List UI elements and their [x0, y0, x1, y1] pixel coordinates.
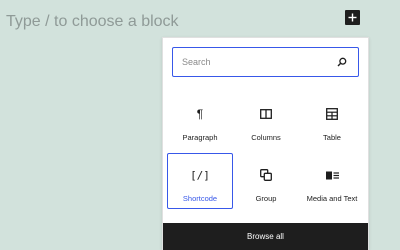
block-item-paragraph[interactable]: ¶ Paragraph [167, 92, 233, 148]
columns-icon [260, 107, 272, 121]
browse-all-button[interactable]: Browse all [163, 223, 368, 250]
shortcode-icon: [/] [190, 168, 210, 182]
table-icon [326, 107, 338, 121]
block-label: Group [255, 194, 277, 203]
plus-icon [348, 13, 357, 22]
paragraph-icon: ¶ [196, 107, 204, 121]
search-icon[interactable] [335, 55, 349, 69]
block-inserter-popover: ¶ Paragraph Columns Table [162, 37, 369, 250]
block-item-table[interactable]: Table [299, 92, 365, 148]
block-item-media-and-text[interactable]: Media and Text [299, 153, 365, 209]
block-placeholder[interactable]: Type / to choose a block [6, 13, 179, 31]
add-block-button[interactable] [345, 10, 360, 25]
block-item-shortcode[interactable]: [/] Shortcode [167, 153, 233, 209]
block-label: Columns [251, 133, 281, 142]
block-list: ¶ Paragraph Columns Table [/] Shortcode … [167, 92, 366, 209]
media-text-icon [325, 168, 339, 182]
block-item-group[interactable]: Group [233, 153, 299, 209]
search-field[interactable] [172, 47, 359, 77]
block-label: Table [323, 133, 341, 142]
block-label: Paragraph [182, 133, 218, 142]
block-item-columns[interactable]: Columns [233, 92, 299, 148]
block-label: Shortcode [182, 194, 218, 203]
block-label: Media and Text [306, 194, 358, 203]
search-input[interactable] [173, 48, 335, 76]
group-icon [260, 168, 272, 182]
